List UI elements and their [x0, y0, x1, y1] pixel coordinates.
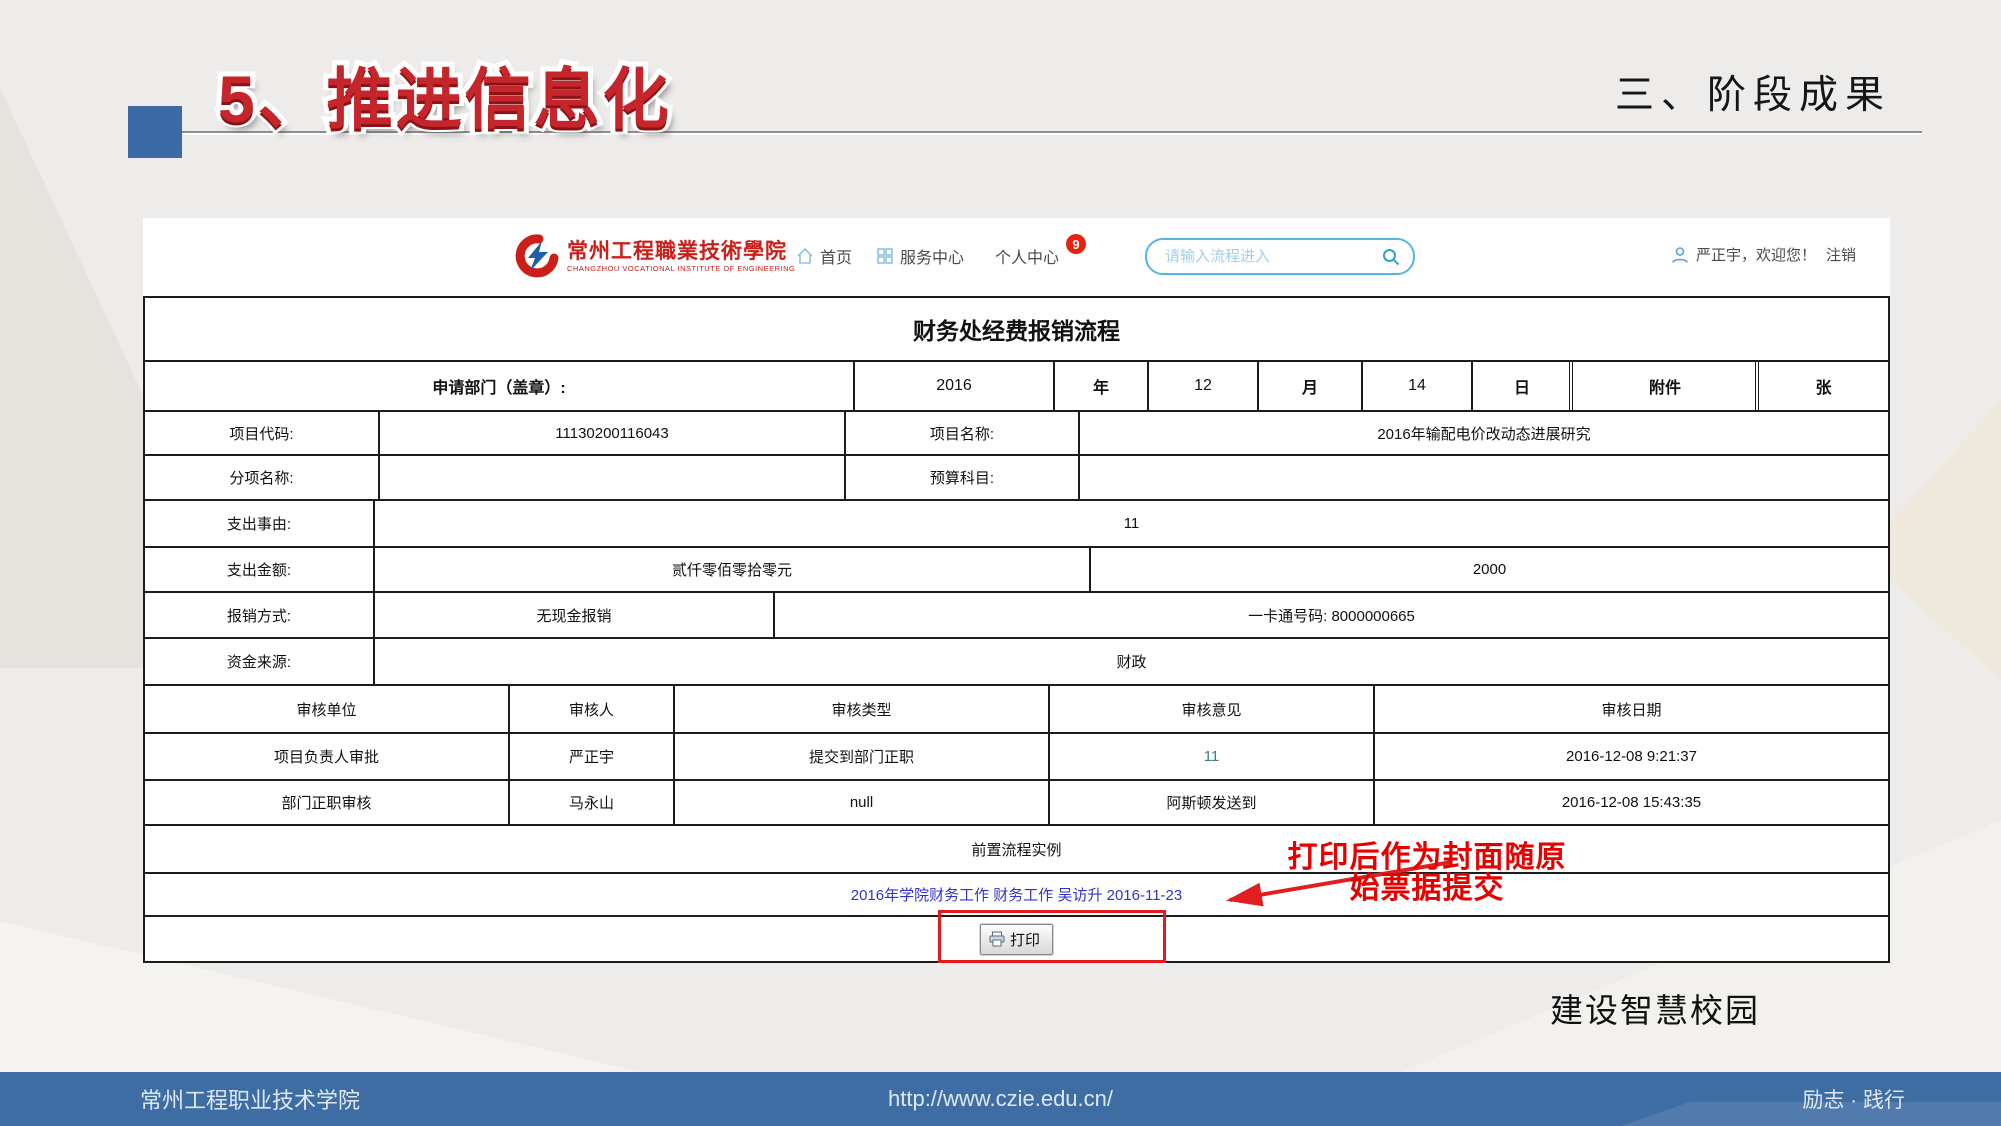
audit-header-unit: 审核单位: [145, 686, 510, 732]
project-name-label: 项目名称:: [846, 412, 1080, 454]
audit-2-date: 2016-12-08 15:43:35: [1375, 781, 1888, 824]
nav-service-label: 服务中心: [900, 244, 964, 268]
user-greeting: 严正宇，欢迎您！: [1696, 244, 1816, 265]
day-unit: 日: [1473, 362, 1571, 410]
audit-2-unit: 部门正职审核: [145, 781, 510, 824]
month-value: 12: [1149, 362, 1259, 410]
budget-label: 预算科目:: [846, 456, 1080, 499]
audit-2-opinion: 阿斯顿发送到: [1050, 781, 1375, 824]
nav-personal-center[interactable]: 个人中心 9: [995, 244, 1059, 268]
audit-row-2: 部门正职审核 马永山 null 阿斯顿发送到 2016-12-08 15:43:…: [145, 781, 1888, 826]
card-number: 一卡通号码: 8000000665: [775, 593, 1888, 637]
audit-1-type: 提交到部门正职: [675, 734, 1050, 779]
user-box: 严正宇，欢迎您！ 注销: [1670, 244, 1856, 265]
annotation-line1: 打印后作为封面随原: [1262, 842, 1592, 873]
audit-header-date: 审核日期: [1375, 686, 1888, 732]
reason-value: 11: [375, 501, 1888, 546]
form-title: 财务处经费报销流程: [145, 298, 1888, 360]
school-logo-icon: [515, 234, 559, 278]
nav-service-center[interactable]: 服务中心: [875, 244, 964, 268]
reimbursement-form-table: 财务处经费报销流程 申请部门（盖章）: 2016 年 12 月 14 日 附件 …: [143, 296, 1890, 963]
web-app-header: 常州工程職業技術學院 CHANGZHOU VOCATIONAL INSTITUT…: [143, 218, 1890, 296]
footer-motto: 励志 · 践行: [1802, 1084, 1905, 1114]
audit-row-1: 项目负责人审批 严正宇 提交到部门正职 11 2016-12-08 9:21:3…: [145, 734, 1888, 781]
amount-number: 2000: [1091, 548, 1888, 591]
slide-title: 5、推进信息化 5、推进信息化: [218, 46, 838, 146]
school-logo: 常州工程職業技術學院 CHANGZHOU VOCATIONAL INSTITUT…: [515, 234, 795, 278]
web-app-panel: 常州工程職業技術學院 CHANGZHOU VOCATIONAL INSTITUT…: [143, 218, 1890, 963]
reason-row: 支出事由: 11: [145, 501, 1888, 548]
slide-caption: 建设智慧校园: [1550, 984, 1760, 1032]
footer-url: http://www.czie.edu.cn/: [888, 1086, 1113, 1112]
audit-header-type: 审核类型: [675, 686, 1050, 732]
user-icon: [1670, 245, 1690, 265]
method-value: 无现金报销: [375, 593, 775, 637]
form-title-row: 财务处经费报销流程: [145, 298, 1888, 362]
source-value: 财政: [375, 639, 1888, 684]
slide-footer: 常州工程职业技术学院 http://www.czie.edu.cn/ 励志 · …: [0, 1072, 2001, 1126]
school-logo-text: 常州工程職業技術學院 CHANGZHOU VOCATIONAL INSTITUT…: [567, 240, 795, 273]
section-label: 三、阶段成果: [1615, 64, 1891, 120]
pre-process-label: 前置流程实例: [145, 826, 1888, 872]
project-code-row: 项目代码: 11130200116043 项目名称: 2016年输配电价改动态进…: [145, 412, 1888, 456]
dept-label: 申请部门（盖章）:: [145, 362, 855, 410]
home-icon: [795, 246, 815, 266]
attachment-label: 附件: [1569, 362, 1757, 410]
school-name-en: CHANGZHOU VOCATIONAL INSTITUTE OF ENGINE…: [567, 264, 795, 273]
audit-1-person: 严正宇: [510, 734, 675, 779]
amount-label: 支出金额:: [145, 548, 375, 591]
print-highlight-box: [938, 910, 1166, 963]
process-search-box[interactable]: [1145, 238, 1415, 275]
source-label: 资金来源:: [145, 639, 375, 684]
project-code-label: 项目代码:: [145, 412, 380, 454]
method-row: 报销方式: 无现金报销 一卡通号码: 8000000665: [145, 593, 1888, 639]
audit-header-person: 审核人: [510, 686, 675, 732]
footer-school-name: 常州工程职业技术学院: [140, 1083, 360, 1115]
sub-item-value: [380, 456, 846, 499]
pre-process-link[interactable]: 2016年学院财务工作 财务工作 吴访升 2016-11-23: [145, 874, 1888, 915]
sub-item-row: 分项名称: 预算科目:: [145, 456, 1888, 501]
project-name-value: 2016年输配电价改动态进展研究: [1080, 412, 1888, 454]
school-name-cn: 常州工程職業技術學院: [567, 240, 795, 264]
project-code-value: 11130200116043: [380, 412, 846, 454]
audit-header-opinion: 审核意见: [1050, 686, 1375, 732]
amount-row: 支出金额: 贰仟零佰零拾零元 2000: [145, 548, 1888, 593]
audit-2-type: null: [675, 781, 1050, 824]
slide-title-text: 5、推进信息化: [218, 46, 672, 142]
sheet-unit: 张: [1755, 362, 1888, 410]
sub-item-label: 分项名称:: [145, 456, 380, 499]
search-icon[interactable]: [1381, 247, 1401, 267]
year-value: 2016: [855, 362, 1055, 410]
audit-1-date: 2016-12-08 9:21:37: [1375, 734, 1888, 779]
audit-1-unit: 项目负责人审批: [145, 734, 510, 779]
method-label: 报销方式:: [145, 593, 375, 637]
nav-home-label: 首页: [820, 244, 852, 268]
month-unit: 月: [1259, 362, 1363, 410]
notification-badge: 9: [1066, 234, 1086, 254]
search-input[interactable]: [1165, 248, 1381, 265]
audit-2-person: 马永山: [510, 781, 675, 824]
nav-personal-label: 个人中心: [995, 244, 1059, 268]
form-date-row: 申请部门（盖章）: 2016 年 12 月 14 日 附件 张: [145, 362, 1888, 412]
year-unit: 年: [1055, 362, 1149, 410]
day-value: 14: [1363, 362, 1473, 410]
title-accent-square: [128, 106, 182, 158]
nav-home[interactable]: 首页: [795, 244, 852, 268]
pre-process-row: 前置流程实例: [145, 826, 1888, 874]
grid-icon: [875, 246, 895, 266]
annotation-line2: 始票据提交: [1262, 873, 1592, 904]
budget-value: [1080, 456, 1888, 499]
logout-link[interactable]: 注销: [1826, 244, 1856, 265]
slide: 5、推进信息化 5、推进信息化 三、阶段成果 常州工程職業技術學院 CHANGZ…: [0, 0, 2001, 1126]
source-row: 资金来源: 财政: [145, 639, 1888, 686]
audit-header-row: 审核单位 审核人 审核类型 审核意见 审核日期: [145, 686, 1888, 734]
amount-chinese: 贰仟零佰零拾零元: [375, 548, 1091, 591]
reason-label: 支出事由:: [145, 501, 375, 546]
red-annotation: 打印后作为封面随原 始票据提交: [1262, 842, 1592, 904]
audit-1-opinion: 11: [1050, 734, 1375, 779]
